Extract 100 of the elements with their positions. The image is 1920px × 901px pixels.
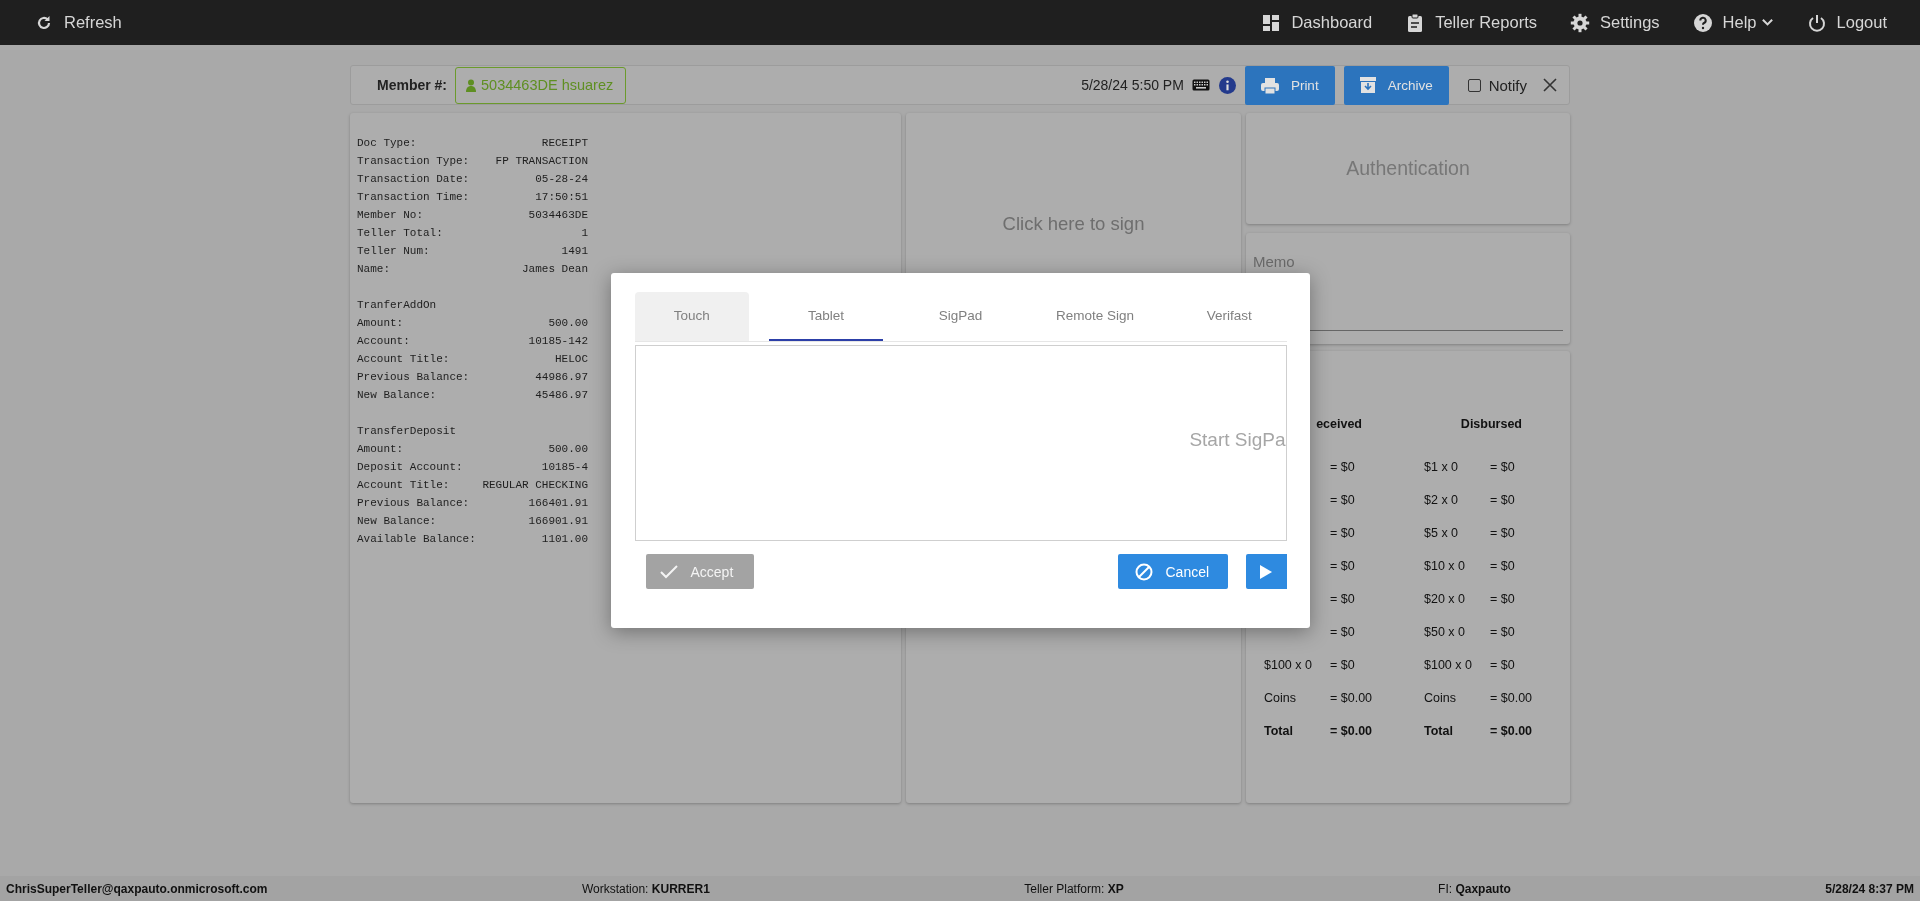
receipt-label: Previous Balance: bbox=[357, 496, 470, 511]
amount-value: = $0 bbox=[1330, 591, 1356, 606]
receipt-label: New Balance: bbox=[357, 514, 437, 529]
receipt-value: FP TRANSACTION bbox=[495, 154, 588, 169]
receipt-label: Doc Type: bbox=[357, 136, 417, 151]
nav-link[interactable]: Settings bbox=[1569, 12, 1660, 33]
power-icon bbox=[1806, 12, 1827, 33]
receipt-value: James Dean bbox=[522, 262, 588, 277]
receipt-label: Name: bbox=[357, 262, 390, 277]
status-text: 5/28/24 8:37 PM bbox=[1825, 881, 1914, 896]
person-icon bbox=[466, 78, 477, 92]
denomination-label: Total bbox=[1424, 723, 1454, 738]
denomination-label: $50 x 0 bbox=[1424, 624, 1466, 639]
nav-link[interactable]: Logout bbox=[1806, 12, 1887, 33]
amount-value: = $0 bbox=[1330, 492, 1356, 507]
amount-value: = $0 bbox=[1330, 657, 1356, 672]
receipt-value: 5034463DE bbox=[528, 208, 588, 223]
receipt-value: 166901.91 bbox=[528, 514, 588, 529]
receipt-label: Account Title: bbox=[357, 352, 450, 367]
column-header: eceived bbox=[1316, 417, 1363, 431]
amount-value: = $0.00 bbox=[1330, 690, 1374, 705]
receipt-heading: TransferDeposit bbox=[357, 424, 458, 439]
amount-value: = $0.00 bbox=[1330, 723, 1374, 738]
amount-value: = $0 bbox=[1490, 591, 1516, 606]
amount-value: = $0.00 bbox=[1490, 690, 1534, 705]
receipt-label: Transaction Time: bbox=[357, 190, 470, 205]
receipt-label: Transaction Type: bbox=[357, 154, 470, 169]
date-time: 5/28/24 5:50 PM bbox=[1081, 77, 1184, 93]
dashboard-icon bbox=[1261, 12, 1282, 33]
receipt-heading: TranferAddOn bbox=[357, 298, 438, 313]
receipt-label: Amount: bbox=[357, 316, 404, 331]
caret-icon bbox=[1760, 16, 1774, 29]
denomination-label: $10 x 0 bbox=[1424, 558, 1466, 573]
archive-icon bbox=[1359, 77, 1376, 93]
receipt-label: Member No: bbox=[357, 208, 423, 223]
column-header: Disbursed bbox=[1460, 417, 1523, 431]
denomination-label: $100 x 0 bbox=[1264, 657, 1313, 672]
denomination-label: $2 x 0 bbox=[1424, 492, 1460, 507]
signature-tab[interactable]: Tablet bbox=[768, 292, 884, 341]
help-icon bbox=[1692, 12, 1713, 33]
keyboard-icon bbox=[1191, 79, 1210, 91]
amount-value: = $0 bbox=[1330, 459, 1356, 474]
receipt-value: HELOC bbox=[555, 352, 588, 367]
play-button[interactable] bbox=[1245, 554, 1287, 589]
receipt-value: 1491 bbox=[561, 244, 588, 259]
info-icon bbox=[1218, 76, 1236, 94]
signature-canvas[interactable]: Start SigPa bbox=[634, 345, 1287, 541]
receipt-value: 10185-4 bbox=[541, 460, 588, 475]
signature-tab[interactable]: Touch bbox=[634, 292, 749, 341]
amount-value: = $0 bbox=[1490, 459, 1516, 474]
receipt-value: 1101.00 bbox=[541, 532, 588, 547]
amount-value: = $0 bbox=[1330, 624, 1356, 639]
amount-value: = $0 bbox=[1330, 525, 1356, 540]
receipt-value: 44986.97 bbox=[535, 370, 588, 385]
nav-link[interactable]: Help bbox=[1692, 12, 1774, 33]
amount-value: = $0.00 bbox=[1490, 723, 1534, 738]
receipt-value: REGULAR CHECKING bbox=[482, 478, 588, 493]
denomination-label: Coins bbox=[1424, 690, 1457, 705]
denomination-label: $100 x 0 bbox=[1424, 657, 1473, 672]
archive-button[interactable]: Archive bbox=[1343, 65, 1449, 105]
refresh-button[interactable]: Refresh bbox=[34, 12, 122, 33]
canvas-hint: Start SigPa bbox=[1189, 429, 1286, 451]
amount-value: = $0 bbox=[1330, 558, 1356, 573]
amount-value: = $0 bbox=[1490, 558, 1516, 573]
amount-value: = $0 bbox=[1490, 657, 1516, 672]
sign-prompt: Click here to sign bbox=[1002, 213, 1145, 235]
receipt-value: 166401.91 bbox=[528, 496, 588, 511]
receipt-value: RECEIPT bbox=[541, 136, 588, 151]
signature-tab[interactable]: SigPad bbox=[903, 292, 1018, 341]
receipt-label: Deposit Account: bbox=[357, 460, 463, 475]
receipt-label: Previous Balance: bbox=[357, 370, 470, 385]
cancel-icon bbox=[1134, 562, 1153, 581]
close-icon bbox=[1543, 78, 1557, 92]
status-text: Teller Platform: XP bbox=[1024, 881, 1124, 896]
signature-tab[interactable]: Remote Sign bbox=[1037, 292, 1153, 341]
status-text: Workstation: KURRER1 bbox=[582, 881, 710, 896]
denomination-label: Total bbox=[1264, 723, 1294, 738]
receipt-value: 1 bbox=[581, 226, 588, 241]
receipt-value: 10185-142 bbox=[528, 334, 588, 349]
receipt-label: Amount: bbox=[357, 442, 404, 457]
receipt-label: New Balance: bbox=[357, 388, 437, 403]
nav-link[interactable]: Teller Reports bbox=[1405, 12, 1537, 33]
print-button[interactable]: Print bbox=[1244, 65, 1335, 105]
cancel-button[interactable]: Cancel bbox=[1117, 554, 1228, 589]
status-text: FI: Qaxpauto bbox=[1438, 881, 1511, 896]
notify-checkbox[interactable]: Notify bbox=[1467, 76, 1527, 94]
receipt-label: Teller Total: bbox=[357, 226, 443, 241]
receipt-label: Transaction Date: bbox=[357, 172, 470, 187]
denomination-label: $20 x 0 bbox=[1424, 591, 1466, 606]
play-icon bbox=[1259, 564, 1272, 579]
receipt-label: Account: bbox=[357, 334, 410, 349]
member-label: Member #: bbox=[377, 77, 448, 93]
denomination-label: $5 x 0 bbox=[1424, 525, 1460, 540]
amount-value: = $0 bbox=[1490, 525, 1516, 540]
check-icon bbox=[659, 564, 678, 579]
receipt-label: Teller Num: bbox=[357, 244, 430, 259]
denomination-label: $1 x 0 bbox=[1424, 459, 1460, 474]
amount-value: = $0 bbox=[1490, 492, 1516, 507]
nav-link[interactable]: Dashboard bbox=[1261, 12, 1373, 33]
amount-value: = $0 bbox=[1490, 624, 1516, 639]
